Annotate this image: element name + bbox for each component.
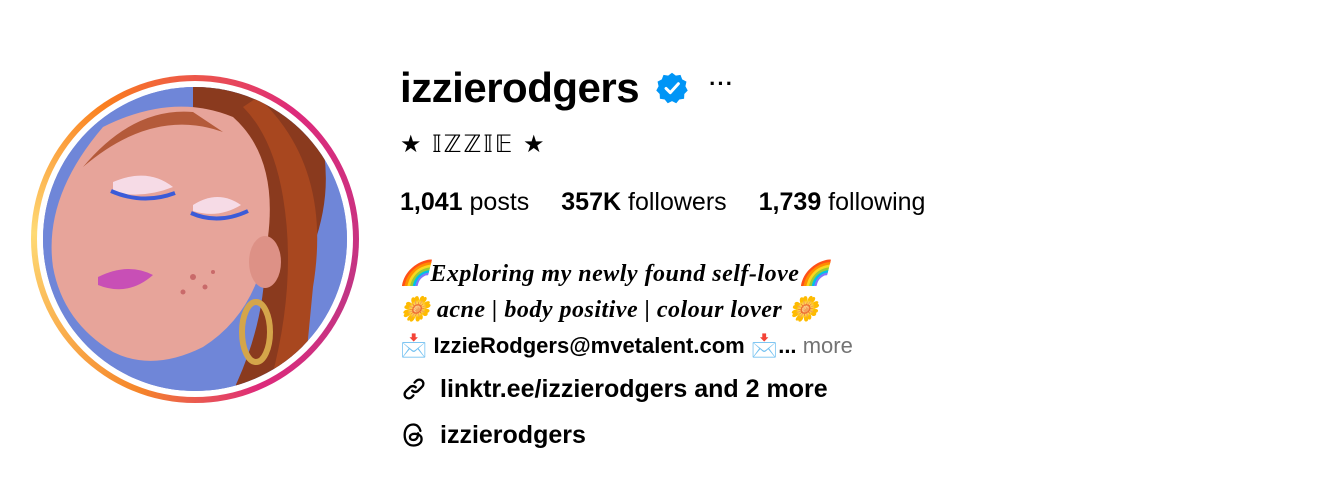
link-icon xyxy=(403,378,425,400)
verified-badge-icon xyxy=(655,71,689,105)
external-link-row[interactable]: linktr.ee/izzierodgers and 2 more xyxy=(400,368,957,410)
posts-stat[interactable]: 1,041 posts xyxy=(400,188,529,217)
posts-count: 1,041 xyxy=(400,187,463,216)
bio: 🌈Exploring my newly found self-love🌈 🌼 a… xyxy=(400,256,957,364)
followers-label: followers xyxy=(628,187,727,216)
following-stat[interactable]: 1,739 following xyxy=(759,188,926,217)
more-options-button[interactable]: ··· xyxy=(709,73,734,103)
username: izzierodgers xyxy=(400,64,640,111)
avatar-portrait xyxy=(43,87,347,391)
display-name: ★ 𝕀ℤℤ𝕀𝔼 ★ xyxy=(400,131,547,158)
bio-email-text: 📩 IzzieRodgers@mvetalent.com 📩... xyxy=(400,333,797,358)
profile-header: izzierodgers ··· ★ 𝕀ℤℤ𝕀𝔼 ★ 1,041 posts 3… xyxy=(400,60,957,456)
following-count: 1,739 xyxy=(758,187,822,216)
threads-link[interactable]: izzierodgers xyxy=(440,421,586,450)
bio-more-button[interactable]: more xyxy=(803,333,853,358)
profile-stats: 1,041 posts 357K followers 1,739 followi… xyxy=(400,186,957,218)
bio-line-2: 🌼 acne | body positive | colour lover 🌼 xyxy=(400,297,820,323)
profile-avatar-ring[interactable] xyxy=(31,75,359,403)
following-label: following xyxy=(828,187,926,216)
threads-icon xyxy=(403,423,423,447)
bio-line-1: 🌈Exploring my newly found self-love🌈 xyxy=(400,261,830,287)
threads-link-row[interactable]: izzierodgers xyxy=(400,414,957,456)
avatar-gap xyxy=(37,81,353,397)
username-row: izzierodgers ··· xyxy=(400,60,957,116)
avatar[interactable] xyxy=(43,87,347,391)
external-link[interactable]: linktr.ee/izzierodgers and 2 more xyxy=(440,375,828,404)
followers-count: 357K xyxy=(561,187,622,216)
posts-label: posts xyxy=(469,187,530,216)
bio-line-3: 📩 IzzieRodgers@mvetalent.com 📩... more xyxy=(400,328,957,364)
followers-stat[interactable]: 357K followers xyxy=(561,188,726,217)
